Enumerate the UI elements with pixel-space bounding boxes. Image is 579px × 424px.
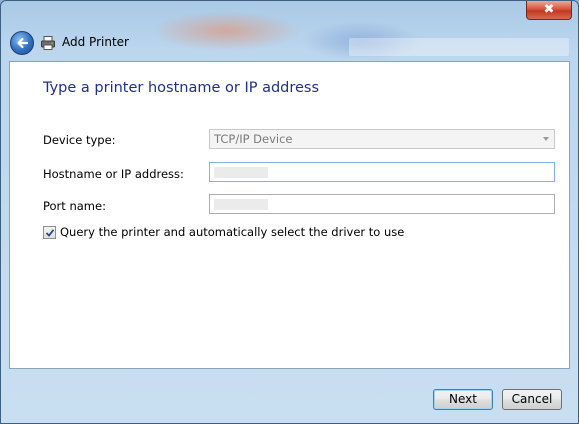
query-printer-checkbox[interactable] [43,226,56,239]
hostname-redacted-value [214,167,268,178]
wizard-content-panel: Type a printer hostname or IP address De… [9,61,570,369]
window-title: Add Printer [62,35,129,49]
navigation-bar: Add Printer [1,27,578,61]
printer-icon [41,36,55,50]
query-printer-label[interactable]: Query the printer and automatically sele… [60,225,404,239]
port-name-input[interactable] [209,194,555,214]
device-type-value: TCP/IP Device [214,132,293,146]
device-type-dropdown[interactable]: TCP/IP Device [209,129,555,149]
add-printer-window: ✖ Add Printer Type a printer hostname or… [0,0,579,424]
device-type-label: Device type: [43,133,116,147]
back-button[interactable] [10,31,34,55]
hostname-label: Hostname or IP address: [43,167,184,181]
chevron-down-icon [543,137,549,141]
cancel-button[interactable]: Cancel [502,389,562,410]
hostname-input[interactable] [209,162,555,182]
close-button[interactable]: ✖ [526,1,572,20]
back-arrow-icon [17,37,29,49]
page-heading: Type a printer hostname or IP address [43,80,320,96]
checkmark-icon [45,229,55,237]
wizard-footer: Next Cancel [1,369,578,423]
port-name-redacted-value [214,199,268,210]
background-search-box [349,38,569,56]
next-button[interactable]: Next [433,389,493,410]
port-name-label: Port name: [43,199,106,213]
